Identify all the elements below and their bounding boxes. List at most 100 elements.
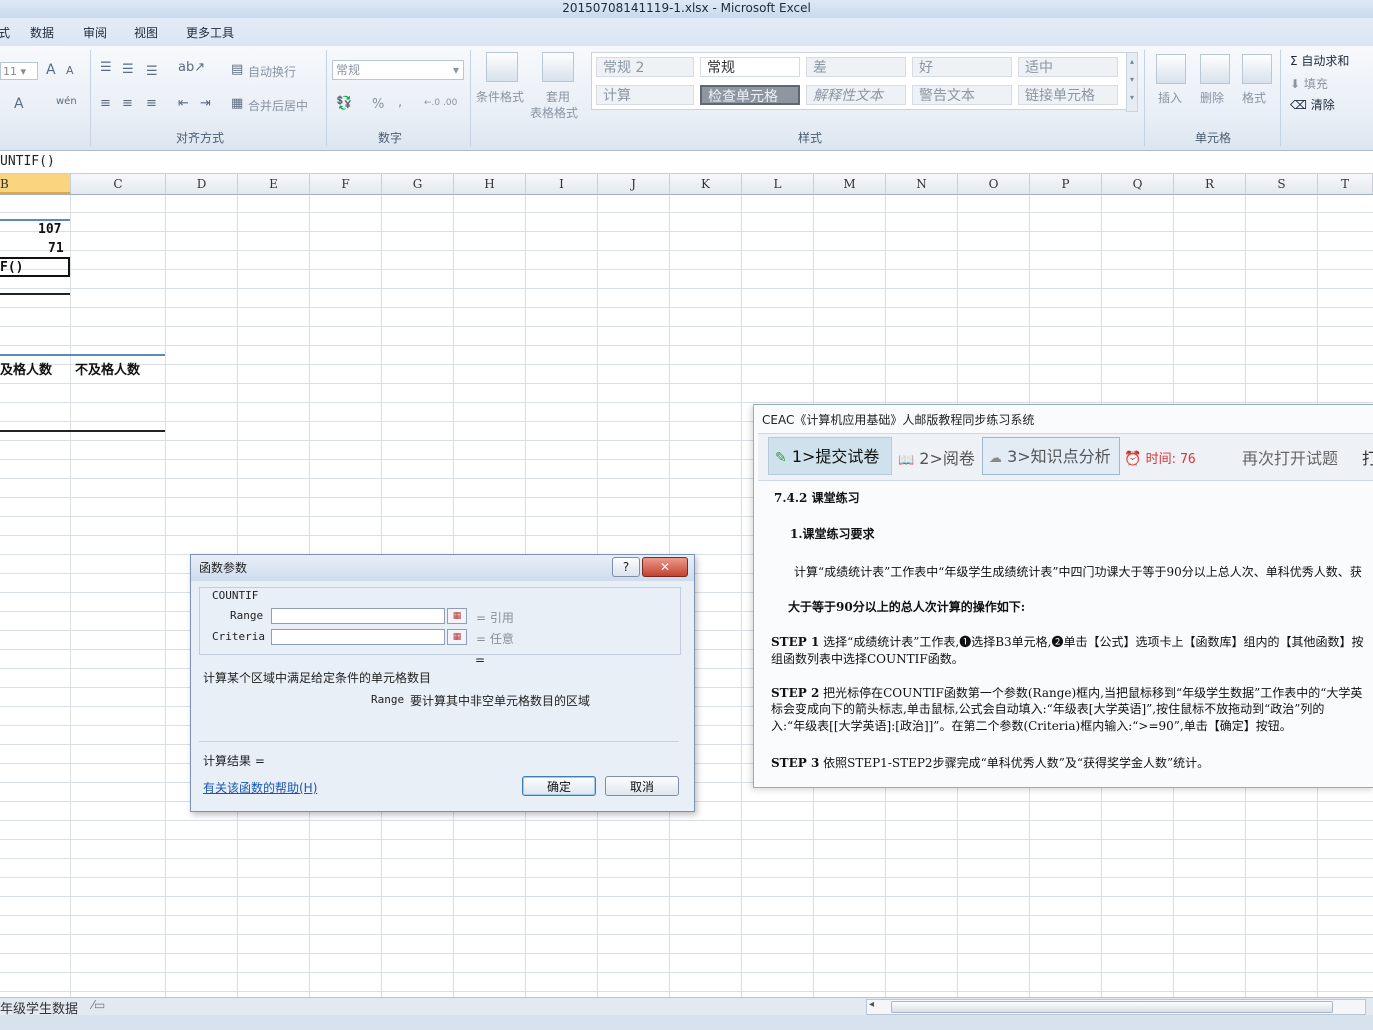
column-header-m[interactable]: M xyxy=(814,174,886,194)
align-left-icon[interactable]: ≡ xyxy=(100,96,111,111)
cell-value[interactable]: 107 xyxy=(38,222,61,237)
increase-decimal-button[interactable]: ←.0 .00 xyxy=(424,98,457,108)
column-header-g[interactable]: G xyxy=(382,174,454,194)
merge-center-button[interactable]: 合并后居中 xyxy=(248,97,308,114)
column-header-t[interactable]: T xyxy=(1318,174,1373,194)
style-normal[interactable]: 常规 xyxy=(700,57,800,77)
dialog-title: 函数参数 xyxy=(199,561,248,575)
style-warning[interactable]: 警告文本 xyxy=(912,85,1012,105)
formula-content[interactable]: UNTIF() xyxy=(0,151,55,173)
insert-button[interactable]: 插入 xyxy=(1158,89,1182,106)
dialog-title-bar[interactable]: 函数参数 ? ✕ xyxy=(191,555,694,581)
header-fail-count[interactable]: 不及格人数 xyxy=(75,359,140,378)
style-neutral[interactable]: 适中 xyxy=(1018,57,1118,77)
function-name: COUNTIF xyxy=(210,589,261,602)
table-format-label-2[interactable]: 表格格式 xyxy=(530,104,578,121)
align-right-icon[interactable]: ≡ xyxy=(146,96,157,111)
sheet-tab-bar: 年级学生数据 ⁄▭ ◂ xyxy=(0,997,1373,1017)
comma-button[interactable]: , xyxy=(398,95,402,110)
align-bottom-icon[interactable]: ☰ xyxy=(146,64,158,79)
column-header-s[interactable]: S xyxy=(1246,174,1318,194)
column-header-i[interactable]: I xyxy=(526,174,598,194)
column-header-r[interactable]: R xyxy=(1174,174,1246,194)
column-header-d[interactable]: D xyxy=(166,174,238,194)
column-header-b[interactable]: B xyxy=(0,174,71,194)
style-linked-cell[interactable]: 链接单元格 xyxy=(1018,85,1118,105)
style-explanatory[interactable]: 解释性文本 xyxy=(806,85,906,105)
range-collapse-icon[interactable]: ▦ xyxy=(447,608,467,624)
criteria-input[interactable] xyxy=(271,629,445,645)
clear-button[interactable]: ⌫ 清除 xyxy=(1290,96,1335,113)
column-header-e[interactable]: E xyxy=(238,174,310,194)
help-link[interactable]: 有关该函数的帮助(H) xyxy=(203,779,317,796)
column-header-k[interactable]: K xyxy=(670,174,742,194)
tab-more-tools[interactable]: 更多工具 xyxy=(186,24,234,41)
style-good[interactable]: 好 xyxy=(912,57,1012,77)
column-header-q[interactable]: Q xyxy=(1102,174,1174,194)
step3-label: STEP 3 xyxy=(771,756,820,770)
range-input[interactable] xyxy=(271,608,445,624)
grow-font-icon[interactable]: A xyxy=(46,62,56,78)
book-icon: 📖 xyxy=(898,453,915,468)
font-color-icon[interactable]: A xyxy=(14,96,24,112)
close-icon[interactable]: ✕ xyxy=(642,557,688,577)
delete-button[interactable]: 删除 xyxy=(1200,89,1224,106)
style-normal-2[interactable]: 常规 2 xyxy=(596,57,694,77)
align-top-icon[interactable]: ☰ xyxy=(100,60,112,75)
print-button[interactable]: 打 xyxy=(1362,440,1373,478)
currency-icon[interactable]: 💱 xyxy=(336,96,352,111)
tab-review[interactable]: 审阅 xyxy=(83,24,107,41)
alignment-group-label: 对齐方式 xyxy=(175,131,224,145)
help-button[interactable]: ? xyxy=(612,557,640,577)
requirement-text: 计算“成绩统计表”工作表中“年级学生成绩统计表”中四门功课大于等于90分以上总人… xyxy=(794,565,1362,579)
reopen-button[interactable]: 再次打开试题 xyxy=(1242,440,1338,478)
insert-sheet-icon[interactable]: ⁄▭ xyxy=(92,998,105,1012)
column-header-c[interactable]: C xyxy=(71,174,166,194)
analysis-tab[interactable]: ☁ 3>知识点分析 xyxy=(982,437,1120,475)
ok-button[interactable]: 确定 xyxy=(522,776,596,796)
criteria-collapse-icon[interactable]: ▦ xyxy=(447,629,467,645)
active-cell[interactable]: F() xyxy=(0,257,70,277)
fill-button[interactable]: ⬇ 填充 xyxy=(1290,75,1328,92)
shrink-font-icon[interactable]: A xyxy=(66,64,74,77)
submit-tab[interactable]: ✎ 1>提交试卷 xyxy=(768,437,892,475)
header-pass-count[interactable]: 及格人数 xyxy=(0,359,52,378)
style-calculation[interactable]: 计算 xyxy=(596,85,694,105)
column-header-h[interactable]: H xyxy=(454,174,526,194)
column-header-o[interactable]: O xyxy=(958,174,1030,194)
cell-value[interactable]: 71 xyxy=(48,241,64,256)
cancel-button[interactable]: 取消 xyxy=(605,776,679,796)
conditional-format-button[interactable]: 条件格式 xyxy=(476,88,524,105)
align-middle-icon[interactable]: ☰ xyxy=(122,62,134,77)
column-header-p[interactable]: P xyxy=(1030,174,1102,194)
table-format-label-1[interactable]: 套用 xyxy=(546,88,570,105)
align-center-icon[interactable]: ≡ xyxy=(122,96,133,111)
orientation-icon[interactable]: ab↗ xyxy=(178,60,205,75)
horizontal-scrollbar[interactable]: ◂ xyxy=(866,999,1366,1015)
increase-indent-icon[interactable]: ⇥ xyxy=(200,96,211,111)
wrap-text-button[interactable]: 自动换行 xyxy=(248,63,296,80)
scroll-left-icon[interactable]: ◂ xyxy=(869,999,874,1010)
decrease-indent-icon[interactable]: ⇤ xyxy=(178,96,189,111)
column-header-f[interactable]: F xyxy=(310,174,382,194)
phonetic-guide-icon[interactable]: wén xyxy=(56,96,77,107)
format-button[interactable]: 格式 xyxy=(1242,89,1266,106)
tab-view[interactable]: 视图 xyxy=(134,24,158,41)
column-header-l[interactable]: L xyxy=(742,174,814,194)
column-header-j[interactable]: J xyxy=(598,174,670,194)
ribbon-tab-bar: 公式 数据 审阅 视图 更多工具 xyxy=(0,18,1373,46)
tab-formulas[interactable]: 公式 xyxy=(0,24,10,41)
style-bad[interactable]: 差 xyxy=(806,57,906,77)
tab-data[interactable]: 数据 xyxy=(30,24,54,41)
scrollbar-thumb[interactable] xyxy=(891,1001,1333,1013)
font-size-select[interactable]: 11 ▾ xyxy=(0,62,38,80)
number-format-select[interactable]: 常规 ▾ xyxy=(332,60,464,80)
review-tab[interactable]: 📖 2>阅卷 xyxy=(898,440,975,478)
autosum-button[interactable]: Σ 自动求和 xyxy=(1290,52,1349,69)
column-header-n[interactable]: N xyxy=(886,174,958,194)
style-check-cell[interactable]: 检查单元格 xyxy=(700,85,800,105)
gallery-scroll[interactable]: ▴ ▾ ▾ xyxy=(1126,52,1138,112)
formula-bar[interactable]: UNTIF() xyxy=(0,151,1373,174)
arguments-groupbox: COUNTIF Range ▦ = 引用 Criteria ▦ = 任意 xyxy=(199,587,681,655)
percent-button[interactable]: % xyxy=(372,97,384,112)
